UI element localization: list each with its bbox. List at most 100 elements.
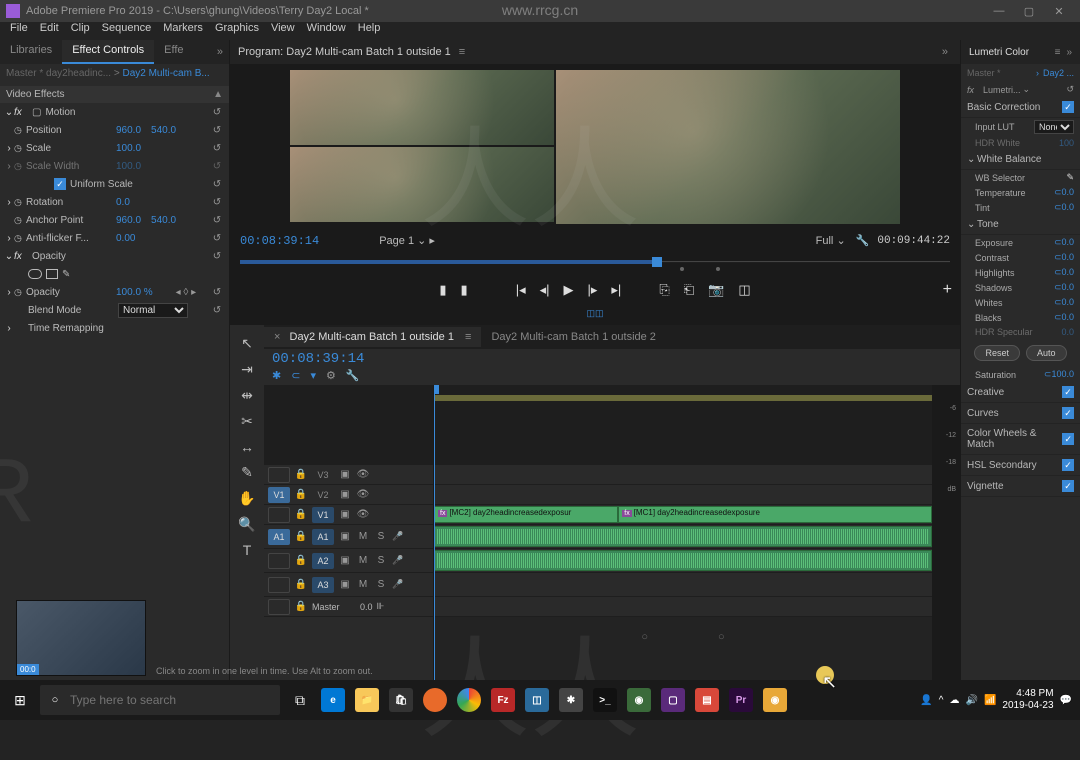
menu-help[interactable]: Help: [352, 22, 387, 40]
zoom-level-select[interactable]: Full ⌄: [816, 234, 846, 247]
wifi-icon[interactable]: 📶: [984, 695, 996, 706]
toggle-sync-icon[interactable]: ▣: [338, 509, 352, 520]
stopwatch-icon[interactable]: ◷: [14, 143, 26, 154]
stopwatch-icon[interactable]: ◷: [14, 215, 26, 226]
eye-icon[interactable]: 👁: [356, 489, 370, 500]
program-scrubber[interactable]: [240, 253, 950, 270]
opacity-value[interactable]: 100.0 %: [116, 287, 153, 298]
panel-menu-icon[interactable]: ≡: [1055, 47, 1061, 58]
stopwatch-icon[interactable]: ◷: [14, 125, 26, 136]
time-ruler[interactable]: [434, 385, 932, 465]
track-a2-header[interactable]: 🔒A2▣MS🎤: [264, 549, 433, 573]
menu-sequence[interactable]: Sequence: [96, 22, 158, 40]
target-v2[interactable]: V2: [312, 487, 334, 503]
reset-icon[interactable]: ↺: [209, 233, 225, 244]
settings-wrench-icon[interactable]: 🔧: [856, 234, 870, 247]
store-icon[interactable]: 🛍: [384, 684, 418, 716]
twisty-icon[interactable]: ⌄: [4, 251, 14, 262]
close-icon[interactable]: ×: [274, 331, 280, 343]
extract-button[interactable]: ⎗: [684, 282, 694, 298]
linked-selection-icon[interactable]: ⊂: [291, 369, 300, 382]
people-icon[interactable]: 👤: [920, 695, 932, 706]
whites-value[interactable]: ⊂0.0: [1054, 297, 1074, 308]
go-to-in-button[interactable]: |◂: [516, 282, 526, 298]
anchor-x-value[interactable]: 960.0: [116, 215, 141, 226]
mark-in-button[interactable]: ▮: [439, 282, 446, 298]
ripple-edit-tool-icon[interactable]: ⇹: [238, 387, 256, 404]
multicam-indicator[interactable]: ◫◫: [230, 309, 960, 324]
rect-mask-icon[interactable]: [46, 269, 58, 279]
solo-icon[interactable]: S: [374, 579, 388, 590]
tab-effects[interactable]: Effe: [154, 40, 193, 64]
vignette-section[interactable]: Vignette✓: [961, 476, 1080, 497]
selection-tool-icon[interactable]: ↖: [238, 335, 256, 352]
reset-icon[interactable]: ↺: [209, 251, 225, 262]
white-balance-section[interactable]: ⌄White Balance: [961, 150, 1080, 170]
start-button[interactable]: ⊞: [0, 692, 40, 709]
menu-graphics[interactable]: Graphics: [209, 22, 265, 40]
onedrive-icon[interactable]: ☁: [949, 695, 959, 706]
menu-view[interactable]: View: [265, 22, 301, 40]
slip-tool-icon[interactable]: ↔: [238, 439, 256, 455]
lumetri-preset-select[interactable]: Lumetri...: [983, 85, 1021, 95]
track-v2-header[interactable]: V1🔒V2▣👁: [264, 485, 433, 505]
program-timecode[interactable]: 00:08:39:14: [240, 234, 319, 248]
checkbox-checked-icon[interactable]: ✓: [1062, 386, 1074, 398]
app-icon-2[interactable]: ✱: [554, 684, 588, 716]
export-frame-button[interactable]: 📷: [708, 282, 724, 298]
tray-chevron-icon[interactable]: ^: [939, 695, 944, 706]
lock-icon[interactable]: 🔒: [294, 489, 308, 500]
panel-menu-icon[interactable]: ≡: [459, 46, 465, 58]
track-v1-header[interactable]: 🔒V1▣👁: [264, 505, 433, 525]
step-back-button[interactable]: ◂|: [540, 282, 550, 298]
timeline-tab-1[interactable]: × Day2 Multi-cam Batch 1 outside 1 ≡: [264, 327, 481, 347]
ellipse-mask-icon[interactable]: [28, 269, 42, 279]
lock-icon[interactable]: 🔒: [294, 579, 308, 590]
menu-edit[interactable]: Edit: [34, 22, 65, 40]
firefox-icon[interactable]: [418, 684, 452, 716]
exposure-value[interactable]: ⊂0.0: [1054, 237, 1074, 248]
checkbox-checked-icon[interactable]: ✓: [1062, 480, 1074, 492]
camera-angle-2[interactable]: [290, 147, 554, 222]
position-x-value[interactable]: 960.0: [116, 125, 141, 136]
multicam-view[interactable]: [230, 64, 960, 230]
track-v2[interactable]: [434, 485, 932, 505]
notifications-icon[interactable]: 💬: [1060, 695, 1072, 706]
twisty-icon[interactable]: ›: [4, 143, 14, 154]
target-a3[interactable]: A3: [312, 577, 334, 593]
cmd-icon[interactable]: >_: [588, 684, 622, 716]
mute-icon[interactable]: M: [356, 531, 370, 542]
track-v3-header[interactable]: 🔒V3▣👁: [264, 465, 433, 485]
blend-mode-select[interactable]: Normal: [118, 303, 188, 318]
type-tool-icon[interactable]: T: [238, 542, 256, 558]
panel-menu-icon[interactable]: ≡: [465, 331, 471, 343]
edge-icon[interactable]: e: [316, 684, 350, 716]
track-master[interactable]: [434, 597, 932, 617]
reset-icon[interactable]: ↺: [209, 197, 225, 208]
track-master-header[interactable]: 🔒Master0.0⊪: [264, 597, 433, 617]
checkbox-checked-icon[interactable]: ✓: [1062, 433, 1074, 445]
rotation-value[interactable]: 0.0: [116, 197, 130, 208]
scale-value[interactable]: 100.0: [116, 143, 141, 154]
track-select-tool-icon[interactable]: ⇥: [238, 361, 256, 378]
lift-button[interactable]: ⎘: [659, 282, 669, 298]
track-a2[interactable]: [434, 549, 932, 573]
timeline-playhead[interactable]: [434, 385, 435, 680]
timeline-content[interactable]: fx[MC2] day2headincreasedexposur fx[MC1]…: [434, 385, 932, 680]
menu-bar[interactable]: File Edit Clip Sequence Markers Graphics…: [0, 22, 1080, 40]
source-a1[interactable]: A1: [268, 529, 290, 545]
app-icon-3[interactable]: ◉: [622, 684, 656, 716]
anchor-y-value[interactable]: 540.0: [151, 215, 176, 226]
reset-icon[interactable]: ↺: [209, 305, 225, 316]
contrast-value[interactable]: ⊂0.0: [1054, 252, 1074, 263]
lock-icon[interactable]: 🔒: [294, 469, 308, 480]
stopwatch-icon[interactable]: ◷: [14, 197, 26, 208]
checkbox-checked-icon[interactable]: ✓: [1062, 459, 1074, 471]
hand-tool-icon[interactable]: ✋: [238, 490, 256, 507]
basic-correction-section[interactable]: Basic Correction✓: [961, 97, 1080, 118]
step-forward-button[interactable]: |▸: [588, 282, 598, 298]
saturation-value[interactable]: ⊂100.0: [1044, 369, 1074, 380]
curves-section[interactable]: Curves✓: [961, 403, 1080, 424]
app-icon-4[interactable]: ▢: [656, 684, 690, 716]
wrench-icon[interactable]: 🔧: [346, 369, 360, 382]
